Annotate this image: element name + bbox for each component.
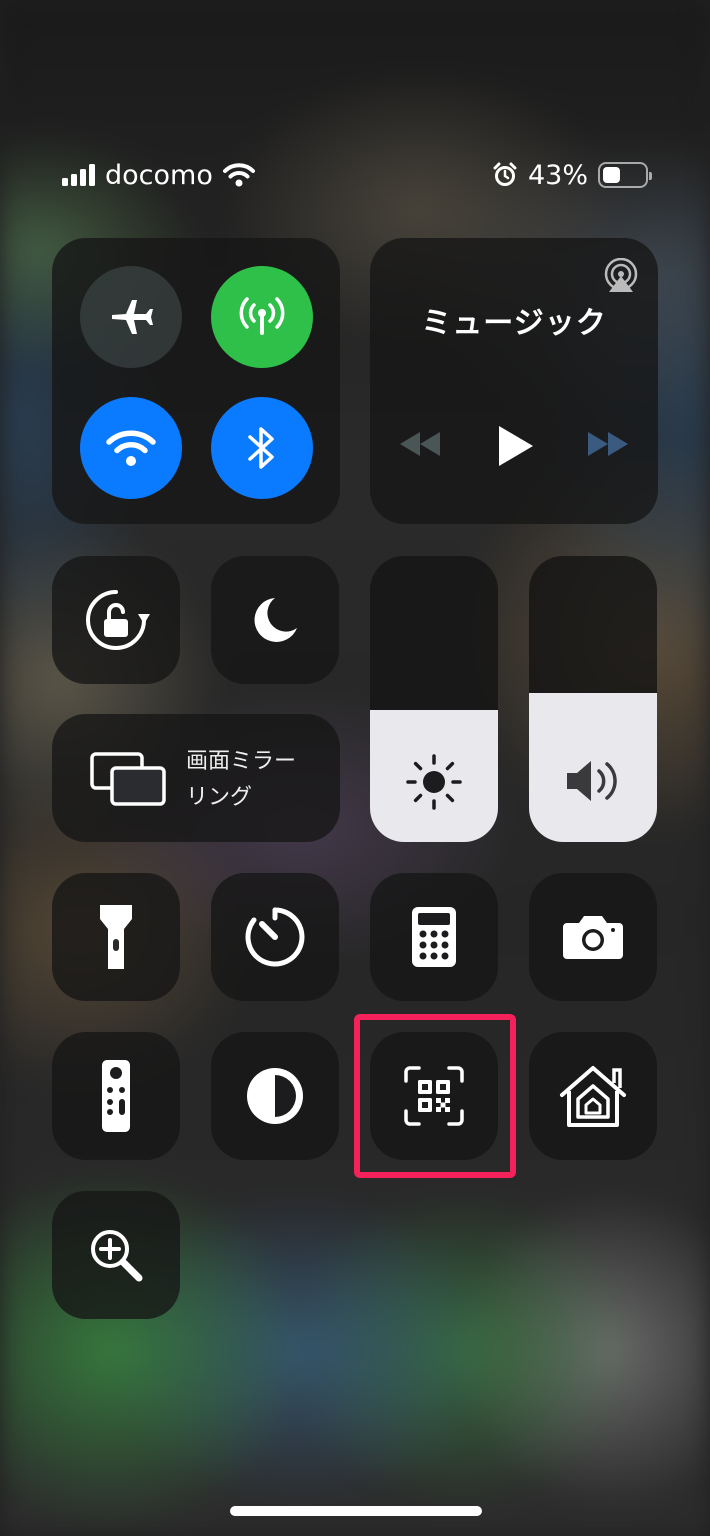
moon-icon [254, 598, 297, 642]
camera-icon [563, 916, 623, 959]
screen-mirroring-label: 画面ミラー リング [186, 744, 296, 816]
battery-icon [598, 162, 652, 188]
fast-forward-icon[interactable] [586, 430, 630, 458]
dark-mode-icon [247, 1068, 303, 1124]
play-icon[interactable] [496, 424, 536, 468]
battery-percent: 43% [527, 159, 588, 191]
volume-slider[interactable] [529, 556, 657, 842]
status-left: docomo [62, 160, 255, 191]
remote-icon [102, 1060, 130, 1132]
home-button[interactable] [529, 1032, 657, 1160]
magnifier-icon [91, 1230, 143, 1282]
bluetooth-icon [248, 427, 274, 469]
dark-mode-button[interactable] [211, 1032, 339, 1160]
wifi-icon [106, 430, 156, 466]
timer-icon [245, 907, 305, 967]
signal-bars-icon [62, 164, 95, 186]
wifi-icon [222, 163, 255, 187]
flashlight-icon [100, 905, 132, 969]
music-title: ミュージック [421, 306, 607, 341]
home-icon [560, 1066, 626, 1127]
bluetooth-button[interactable] [211, 397, 313, 499]
code-scanner-highlight [354, 1014, 516, 1178]
airplane-mode-button[interactable] [80, 266, 182, 368]
alarm-icon [493, 162, 517, 186]
brightness-slider[interactable] [370, 556, 498, 842]
status-bar: docomo 43% [62, 150, 652, 200]
cellular-antenna-icon [239, 297, 285, 335]
status-right: 43% [492, 159, 652, 191]
screen-mirroring-label-line2: リング [186, 785, 253, 810]
calculator-icon [412, 907, 456, 967]
calculator-button[interactable] [370, 873, 498, 1001]
timer-button[interactable] [211, 873, 339, 1001]
screen-mirroring-icon [90, 752, 166, 806]
airplane-icon [112, 300, 153, 334]
flashlight-button[interactable] [52, 873, 180, 1001]
carrier-name: docomo [105, 159, 213, 191]
apple-tv-remote-button[interactable] [52, 1032, 180, 1160]
camera-button[interactable] [529, 873, 657, 1001]
screen-mirroring-label-line1: 画面ミラー [186, 749, 297, 774]
rotation-lock-icon [86, 590, 150, 650]
do-not-disturb-button[interactable] [211, 556, 339, 684]
rewind-icon[interactable] [398, 430, 442, 458]
wifi-button[interactable] [80, 397, 182, 499]
orientation-lock-button[interactable] [52, 556, 180, 684]
sun-icon [406, 754, 462, 810]
home-indicator[interactable] [230, 1506, 482, 1516]
magnifier-button[interactable] [52, 1191, 180, 1319]
cellular-data-button[interactable] [211, 266, 313, 368]
speaker-icon [567, 761, 617, 801]
airplay-icon[interactable] [602, 258, 640, 294]
